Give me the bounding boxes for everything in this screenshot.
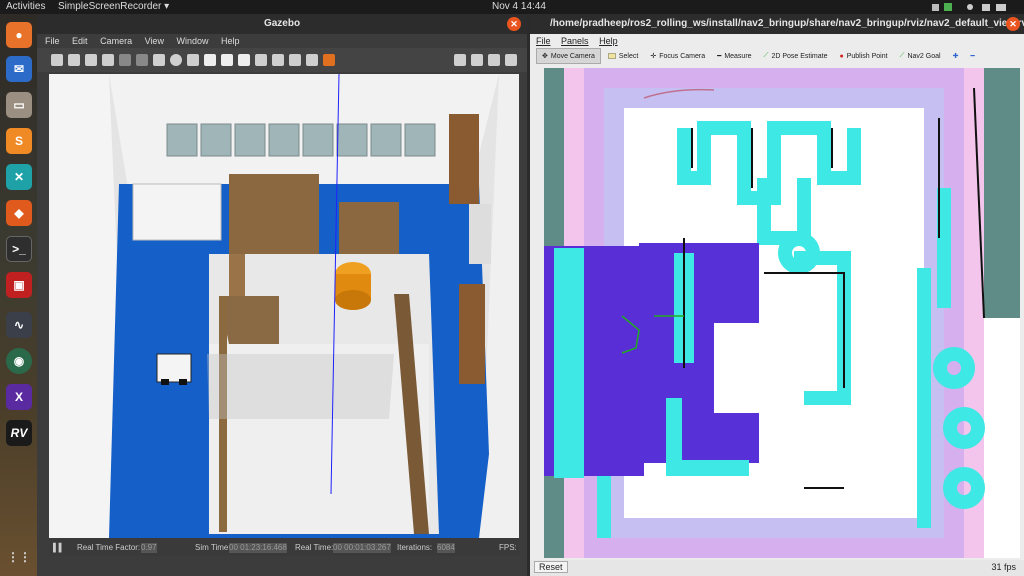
gazebo-statusbar: ▌▌ Real Time Factor: 0.97 Sim Time: 00 0… [49,538,519,556]
gazebo-title: Gazebo [263,18,301,29]
plot-icon[interactable] [488,54,500,66]
real-time-value: 00 00:01:03.267 [333,543,391,553]
gazebo-titlebar: Gazebo ✕ [37,14,527,34]
clock[interactable]: Nov 4 14:44 [492,1,546,12]
rviz-map-view[interactable] [544,68,1020,558]
paste-icon[interactable] [272,54,284,66]
redo-icon[interactable] [136,54,148,66]
pause-icon[interactable]: ▌▌ [53,543,64,552]
rotate-icon[interactable] [85,54,97,66]
rviz-menu-help[interactable]: Help [599,36,618,46]
fps-label: FPS: [499,543,517,552]
measure-icon: ━ [717,53,722,60]
sim-time-label: Sim Time: [195,543,231,552]
xmind-icon[interactable]: X [6,384,32,410]
rviz-menubar: File Panels Help [530,34,626,48]
remove-tool-button[interactable]: ━ [965,48,979,64]
terminal-icon[interactable]: >_ [6,236,32,262]
cylinder-shape-icon[interactable] [187,54,199,66]
gazebo-3d-view[interactable] [49,74,519,538]
activities-button[interactable]: Activities [6,1,45,12]
gitkraken-icon[interactable]: ✕ [6,164,32,190]
real-time-label: Real Time: [295,543,334,552]
rtf-value: 0.97 [141,543,157,553]
gazebo-close-button[interactable]: ✕ [507,17,521,31]
gazebo-menu-file[interactable]: File [45,36,60,46]
files-icon[interactable]: ▭ [6,92,32,118]
pose-estimate-tool[interactable]: ⟋ 2D Pose Estimate [759,48,833,64]
measure-tool[interactable]: ━ Measure [712,48,756,64]
gazebo-menu-window[interactable]: Window [176,36,208,46]
fps-readout: 31 fps [991,562,1016,572]
rviz-close-button[interactable]: ✕ [1006,17,1020,31]
iterations-label: Iterations: [397,543,433,552]
translate-icon[interactable] [68,54,80,66]
sim-time-value: 00 01:23:16.468 [229,543,287,553]
show-apps-icon[interactable]: ⋮⋮ [6,544,32,570]
focus-camera-tool[interactable]: ✛ Focus Camera [645,48,710,64]
gazebo-toolbar [37,48,527,72]
rviz-icon[interactable]: RV [6,420,32,446]
rviz-title: /home/pradheep/ros2_rolling_ws/install/n… [550,18,1024,29]
directional-light-icon[interactable] [238,54,250,66]
dock: ● ✉ ▭ S ✕ ◆ >_ ▣ ∿ ◉ X RV ⋮⋮ [0,14,37,576]
rviz-titlebar: /home/pradheep/ros2_rolling_ws/install/n… [530,14,1024,34]
screen-recorder-icon[interactable]: ▣ [6,272,32,298]
rviz-bottom-bar: Reset 31 fps [530,560,1024,576]
top-bar: Activities SimpleScreenRecorder ▾ Nov 4 … [0,0,1024,14]
screenshot-icon[interactable] [454,54,466,66]
gazebo-menu-camera[interactable]: Camera [100,36,132,46]
firefox-icon[interactable]: ● [6,22,32,48]
gazebo-menu-view[interactable]: View [145,36,164,46]
video-icon[interactable] [505,54,517,66]
thunderbird-icon[interactable]: ✉ [6,56,32,82]
publish-point-tool[interactable]: ● Publish Point [834,48,892,64]
move-camera-tool[interactable]: ✥ Move Camera [536,48,601,64]
point-light-icon[interactable] [204,54,216,66]
publish-point-icon: ● [839,52,844,60]
align-icon[interactable] [289,54,301,66]
add-tool-button[interactable]: ✚ [948,48,964,64]
rviz-toolbar: ✥ Move Camera Select ✛ Focus Camera ━ Measu… [536,48,980,64]
record-icon[interactable] [323,54,335,66]
gazebo-menu-edit[interactable]: Edit [72,36,88,46]
log-icon[interactable] [471,54,483,66]
sphere-shape-icon[interactable] [170,54,182,66]
gazebo-menu-help[interactable]: Help [221,36,240,46]
select-mode-icon[interactable] [51,54,63,66]
gazebo-icon[interactable]: ◉ [6,348,32,374]
gazebo-menubar: File Edit Camera View Window Help [37,34,527,48]
rviz-menu-file[interactable]: File [536,36,551,46]
move-camera-icon: ✥ [542,53,548,60]
scale-icon[interactable] [102,54,114,66]
reset-button[interactable]: Reset [534,561,568,573]
iterations-value: 6084 [437,543,455,553]
sublime-icon[interactable]: S [6,128,32,154]
pose-estimate-icon: ⟋ [763,52,769,59]
system-monitor-icon[interactable]: ∿ [6,312,32,338]
undo-icon[interactable] [119,54,131,66]
copy-icon[interactable] [255,54,267,66]
box-shape-icon[interactable] [153,54,165,66]
spot-light-icon[interactable] [221,54,233,66]
select-tool[interactable]: Select [603,48,643,64]
snap-icon[interactable] [306,54,318,66]
app-menu[interactable]: SimpleScreenRecorder ▾ [58,1,169,12]
select-icon [607,53,616,59]
ubuntu-software-icon[interactable]: ◆ [6,200,32,226]
rtf-label: Real Time Factor: [77,543,141,552]
rviz-menu-panels[interactable]: Panels [561,36,589,46]
nav2-goal-icon: ⟋ [899,52,905,59]
nav2-goal-tool[interactable]: ⟋ Nav2 Goal [895,48,946,64]
focus-camera-icon: ✛ [650,53,657,60]
system-tray[interactable] [932,3,1012,11]
